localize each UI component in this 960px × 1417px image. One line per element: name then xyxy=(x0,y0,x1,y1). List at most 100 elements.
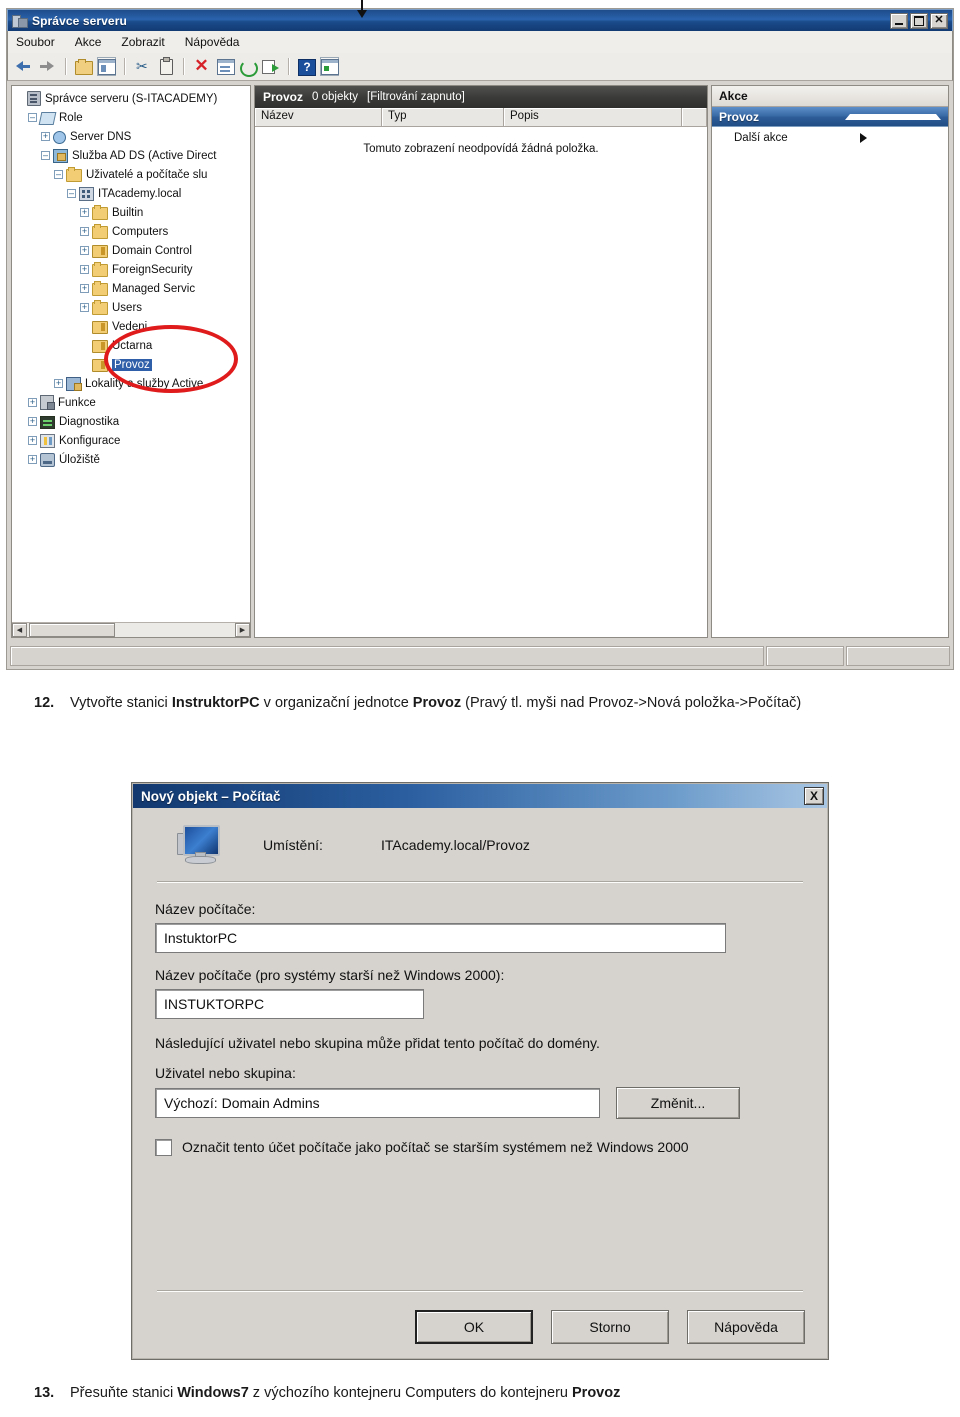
cancel-button[interactable]: Storno xyxy=(551,1310,669,1344)
help-icon[interactable]: ? xyxy=(297,57,316,76)
action-item-dalsi-akce[interactable]: Další akce xyxy=(712,127,948,149)
expand-icon[interactable]: + xyxy=(80,284,89,293)
properties-icon[interactable] xyxy=(215,57,235,76)
tree-item[interactable]: + Domain Control xyxy=(15,241,250,260)
forward-arrow-icon[interactable] xyxy=(38,57,57,76)
tree-item[interactable]: + Computers xyxy=(15,222,250,241)
tree-item[interactable]: – Služba AD DS (Active Direct xyxy=(15,146,250,165)
window-titlebar: Správce serveru ✕ xyxy=(7,9,953,31)
toolbar-separator xyxy=(65,58,66,75)
show-action-pane-icon[interactable] xyxy=(320,57,339,76)
expand-icon[interactable]: + xyxy=(80,246,89,255)
diagnostics-icon xyxy=(40,415,55,429)
help-button[interactable]: Nápověda xyxy=(687,1310,805,1344)
menu-item-soubor[interactable]: Soubor xyxy=(16,35,55,49)
minimize-button[interactable] xyxy=(890,12,908,29)
user-group-input[interactable]: Výchozí: Domain Admins xyxy=(155,1088,600,1118)
show-hide-tree-icon[interactable] xyxy=(97,57,116,76)
ou-icon xyxy=(92,244,108,258)
expand-icon[interactable]: + xyxy=(80,208,89,217)
tree-item[interactable]: + Konfigurace xyxy=(15,431,250,450)
tree-item-label: Úložiště xyxy=(59,453,100,466)
expand-icon[interactable]: + xyxy=(28,455,37,464)
tree-item[interactable]: – Role xyxy=(15,108,250,127)
scroll-right-button[interactable]: ▶ xyxy=(235,623,250,637)
chevron-up-icon[interactable] xyxy=(845,113,942,120)
export-list-icon[interactable] xyxy=(261,57,280,76)
expand-icon[interactable]: + xyxy=(41,132,50,141)
computer-name-pre2000-block: Název počítače (pro systémy starší než W… xyxy=(155,967,805,1019)
computer-name-label: Název počítače: xyxy=(155,901,256,917)
expand-icon[interactable]: + xyxy=(80,265,89,274)
expand-icon[interactable]: + xyxy=(80,303,89,312)
menu-item-zobrazit[interactable]: Zobrazit xyxy=(121,35,164,49)
tree-item[interactable]: – Uživatelé a počítače slu xyxy=(15,165,250,184)
tree-item[interactable]: + Úložiště xyxy=(15,450,250,469)
collapse-icon[interactable]: – xyxy=(67,189,76,198)
expand-icon[interactable]: + xyxy=(54,379,63,388)
tree-item[interactable]: Správce serveru (S-ITACADEMY) xyxy=(15,89,250,108)
expand-icon[interactable]: + xyxy=(28,417,37,426)
console-tree[interactable]: Správce serveru (S-ITACADEMY) – Role + Serve… xyxy=(12,86,250,622)
scroll-thumb[interactable] xyxy=(29,623,115,637)
ok-button[interactable]: OK xyxy=(415,1310,533,1344)
menu-item-akce[interactable]: Akce xyxy=(75,35,102,49)
step-13-part1: Přesuňte stanici xyxy=(70,1385,178,1401)
tree-item[interactable]: Provoz xyxy=(15,355,250,374)
paste-icon[interactable] xyxy=(156,57,175,76)
tree-item-label: Managed Servic xyxy=(112,282,196,295)
legacy-checkbox[interactable] xyxy=(155,1139,172,1156)
refresh-icon[interactable] xyxy=(238,57,258,77)
column-header-popis[interactable]: Popis xyxy=(504,108,682,126)
chevron-right-icon xyxy=(860,133,940,143)
step-13-number: 13. xyxy=(34,1385,55,1401)
up-folder-icon[interactable] xyxy=(74,57,93,76)
tree-item[interactable]: Uctarna xyxy=(15,336,250,355)
actions-group-title: Provoz xyxy=(719,109,760,124)
tree-item[interactable]: + Server DNS xyxy=(15,127,250,146)
back-arrow-icon[interactable] xyxy=(15,57,34,76)
cut-icon[interactable]: ✂ xyxy=(133,57,152,76)
tree-item[interactable]: + Lokality a služby Active xyxy=(15,374,250,393)
computer-name-pre2000-input[interactable]: INSTUKTORPC xyxy=(155,989,424,1019)
tree-item[interactable]: Vedeni xyxy=(15,317,250,336)
tree-item[interactable]: + Funkce xyxy=(15,393,250,412)
collapse-icon[interactable]: – xyxy=(28,113,37,122)
computer-name-input[interactable]: InstuktorPC xyxy=(155,923,726,953)
expand-icon[interactable]: + xyxy=(80,227,89,236)
tree-item[interactable]: + Diagnostika xyxy=(15,412,250,431)
actions-group-header[interactable]: Provoz xyxy=(712,107,948,127)
column-header-extra[interactable] xyxy=(682,108,707,126)
delete-icon[interactable]: ✕ xyxy=(192,57,211,76)
tree-item[interactable]: + Users xyxy=(15,298,250,317)
menu-item-napoveda[interactable]: Nápověda xyxy=(185,35,240,49)
column-header-typ[interactable]: Typ xyxy=(382,108,504,126)
tree-horizontal-scrollbar[interactable]: ◀ ▶ xyxy=(12,622,250,637)
maximize-button[interactable] xyxy=(910,12,928,29)
roles-icon xyxy=(38,112,57,125)
toolbar-separator xyxy=(124,58,125,75)
column-header-nazev[interactable]: Název xyxy=(255,108,382,126)
close-button[interactable]: ✕ xyxy=(930,12,948,29)
tree-item[interactable]: – ITAcademy.local xyxy=(15,184,250,203)
toolbar: ✂ ✕ ? xyxy=(7,53,953,81)
scroll-track[interactable] xyxy=(27,623,235,637)
expand-icon[interactable]: + xyxy=(28,436,37,445)
dialog-close-icon[interactable]: X xyxy=(804,787,824,805)
legacy-checkbox-row[interactable]: Označit tento účet počítače jako počítač… xyxy=(155,1137,805,1158)
toolbar-separator xyxy=(183,58,184,75)
tree-item[interactable]: + Builtin xyxy=(15,203,250,222)
tree-item[interactable]: + ForeignSecurity xyxy=(15,260,250,279)
computer-name-block: Název počítače: InstuktorPC xyxy=(155,901,805,953)
expand-icon[interactable]: + xyxy=(28,398,37,407)
tree-item[interactable]: + Managed Servic xyxy=(15,279,250,298)
tree-item-label: ForeignSecurity xyxy=(112,263,193,276)
change-button[interactable]: Změnit... xyxy=(616,1087,740,1119)
collapse-icon[interactable]: – xyxy=(54,170,63,179)
collapse-icon[interactable]: – xyxy=(41,151,50,160)
folder-icon xyxy=(92,299,108,315)
scroll-left-button[interactable]: ◀ xyxy=(12,623,27,637)
status-cell-main xyxy=(10,646,764,666)
